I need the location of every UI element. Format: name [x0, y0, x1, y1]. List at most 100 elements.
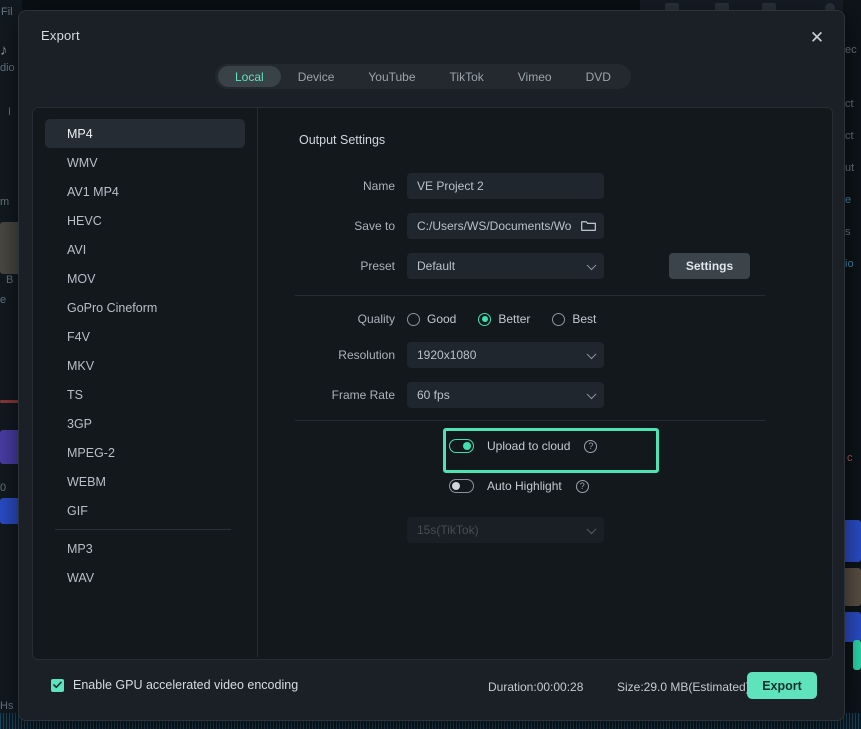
format-item-mov[interactable]: MOV — [45, 264, 245, 293]
preset-value: Default — [417, 259, 456, 273]
output-settings-title: Output Settings — [299, 133, 386, 147]
format-list-divider — [55, 529, 231, 530]
tab-vimeo[interactable]: Vimeo — [501, 66, 569, 87]
save-to-value: C:/Users/WS/Documents/Wo — [417, 219, 572, 233]
background-label-0: 0 — [0, 482, 7, 494]
quality-option-good[interactable]: Good — [407, 312, 456, 326]
highlight-duration-row: 15s(TikTok) — [259, 517, 604, 543]
settings-button[interactable]: Settings — [669, 253, 750, 279]
dialog-footer: Enable GPU accelerated video encoding Du… — [19, 658, 844, 720]
format-item-webm[interactable]: WEBM — [45, 467, 245, 496]
export-content: MP4 WMV AV1 MP4 HEVC AVI MOV GoPro Cinef… — [32, 107, 833, 660]
format-item-hevc[interactable]: HEVC — [45, 206, 245, 235]
screen: Fil ♪ dio I m B e 0 Hs ec ct ct ut e s i… — [0, 0, 861, 729]
format-item-ts[interactable]: TS — [45, 380, 245, 409]
highlight-duration-select[interactable]: 15s(TikTok) — [407, 517, 604, 543]
quality-row: Quality Good Better Best — [259, 306, 618, 332]
background-label-hs: Hs — [0, 700, 14, 712]
quality-radio-group: Good Better Best — [407, 312, 618, 326]
checkbox-checked-icon — [51, 678, 64, 692]
background-right-ct1: ct — [845, 98, 854, 110]
tab-youtube[interactable]: YouTube — [351, 66, 432, 87]
duration-text: Duration:00:00:28 — [488, 680, 584, 694]
dialog-title: Export — [41, 28, 80, 43]
chevron-down-icon — [586, 260, 597, 271]
background-right-ct2: ct — [845, 130, 854, 142]
divider-above-cloud — [295, 420, 765, 421]
preset-row: Preset Default Settings — [259, 253, 750, 279]
background-right-c: c — [847, 452, 853, 464]
background-right-ec: ec — [845, 44, 857, 56]
format-item-mp3[interactable]: MP3 — [45, 534, 245, 563]
folder-icon[interactable] — [581, 220, 596, 232]
toggle-knob — [452, 482, 460, 490]
format-item-wmv[interactable]: WMV — [45, 148, 245, 177]
tab-tiktok[interactable]: TikTok — [433, 66, 501, 87]
divider-above-quality — [295, 295, 765, 296]
tab-local[interactable]: Local — [218, 66, 281, 87]
chevron-down-icon — [586, 349, 597, 360]
radio-icon-good — [407, 312, 420, 326]
quality-label-best: Best — [572, 312, 597, 326]
quality-label-good: Good — [427, 312, 457, 326]
tab-device[interactable]: Device — [281, 66, 352, 87]
background-right-s: s — [845, 226, 851, 238]
name-label: Name — [362, 179, 395, 193]
format-item-mkv[interactable]: MKV — [45, 351, 245, 380]
name-row: Name VE Project 2 — [259, 173, 604, 199]
output-settings-pane: Output Settings Name VE Project 2 Save t… — [259, 108, 832, 659]
frame-rate-select[interactable]: 60 fps — [407, 382, 604, 408]
gpu-acceleration-checkbox[interactable]: Enable GPU accelerated video encoding — [51, 678, 298, 692]
name-input[interactable]: VE Project 2 — [407, 173, 604, 199]
help-icon[interactable]: ? — [575, 479, 589, 493]
chevron-down-icon — [586, 524, 597, 535]
tab-dvd[interactable]: DVD — [569, 66, 628, 87]
format-list: MP4 WMV AV1 MP4 HEVC AVI MOV GoPro Cinef… — [33, 108, 258, 657]
help-icon[interactable]: ? — [584, 439, 598, 453]
background-right-e: e — [845, 194, 852, 206]
resolution-label: Resolution — [338, 348, 395, 362]
radio-icon-better — [478, 312, 492, 326]
format-item-mp4[interactable]: MP4 — [45, 119, 245, 148]
background-label-b: B — [6, 274, 14, 286]
export-dialog: Export ✕ Local Device YouTube TikTok Vim… — [18, 10, 845, 721]
frame-rate-row: Frame Rate 60 fps — [259, 382, 604, 408]
save-to-input[interactable]: C:/Users/WS/Documents/Wo — [407, 213, 604, 239]
format-item-mpeg-2[interactable]: MPEG-2 — [45, 438, 245, 467]
auto-highlight-toggle[interactable] — [449, 479, 474, 493]
background-right-ut: ut — [845, 162, 855, 174]
background-music-icon: ♪ — [0, 42, 8, 59]
background-right-clip-blue2 — [843, 612, 861, 642]
resolution-select[interactable]: 1920x1080 — [407, 342, 604, 368]
background-right-io: io — [845, 258, 854, 270]
preset-select[interactable]: Default — [407, 253, 604, 279]
highlight-duration-value: 15s(TikTok) — [417, 523, 479, 537]
background-menu-file: Fil — [1, 6, 13, 18]
resolution-row: Resolution 1920x1080 — [259, 342, 604, 368]
format-item-wav[interactable]: WAV — [45, 563, 245, 592]
auto-highlight-row: Auto Highlight ? — [449, 479, 589, 493]
format-item-gif[interactable]: GIF — [45, 496, 245, 525]
format-item-avi[interactable]: AVI — [45, 235, 245, 264]
quality-option-best[interactable]: Best — [552, 312, 596, 326]
auto-highlight-label: Auto Highlight — [487, 479, 562, 493]
save-to-row: Save to C:/Users/WS/Documents/Wo — [259, 213, 604, 239]
format-item-av1-mp4[interactable]: AV1 MP4 — [45, 177, 245, 206]
format-item-f4v[interactable]: F4V — [45, 322, 245, 351]
background-label-audio: dio — [0, 62, 15, 74]
background-label-i: I — [8, 106, 12, 118]
quality-option-better[interactable]: Better — [478, 312, 530, 326]
export-button[interactable]: Export — [747, 672, 817, 699]
upload-to-cloud-toggle[interactable] — [449, 439, 474, 453]
background-label-e: e — [0, 294, 7, 306]
toggle-knob — [463, 442, 471, 450]
format-item-3gp[interactable]: 3GP — [45, 409, 245, 438]
format-item-gopro-cineform[interactable]: GoPro Cineform — [45, 293, 245, 322]
quality-label: Quality — [357, 312, 395, 326]
background-label-m: m — [0, 196, 10, 208]
radio-icon-best — [552, 312, 566, 326]
preset-label: Preset — [360, 259, 395, 273]
size-text: Size:29.0 MB(Estimated) — [617, 680, 750, 694]
frame-rate-value: 60 fps — [417, 388, 450, 402]
close-icon[interactable]: ✕ — [802, 22, 832, 52]
